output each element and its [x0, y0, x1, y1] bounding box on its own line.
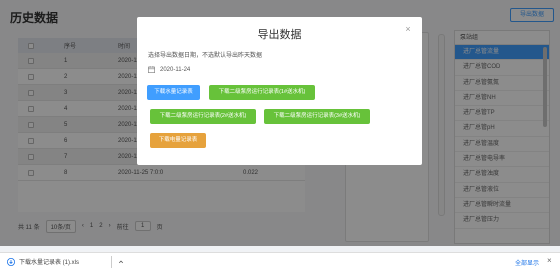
download-pump2-button[interactable]: 下载二级泵房运行记录表(2#送水机) — [150, 109, 256, 124]
dialog-tip: 选择导出数据日期，不选默认导出昨天数据 — [148, 53, 263, 59]
close-icon[interactable]: × — [403, 24, 413, 34]
show-all-link[interactable]: 全部显示 — [515, 258, 539, 267]
date-value: 2020-11-24 — [160, 66, 191, 73]
download-pump3-button[interactable]: 下载二级泵房运行记录表(3#送水机) — [264, 109, 370, 124]
export-dialog: 导出数据 × 选择导出数据日期，不选默认导出昨天数据 2020-11-24 下载… — [137, 17, 422, 165]
dialog-title: 导出数据 — [257, 29, 302, 41]
downloaded-file-name[interactable]: 下载水量记录表 (1).xls — [19, 257, 79, 266]
download-water-button[interactable]: 下载水量记录表 — [147, 85, 200, 100]
close-download-bar-icon[interactable]: × — [547, 256, 552, 265]
calendar-icon — [148, 66, 155, 73]
download-bar: 下载水量记录表 (1).xls 全部显示 × — [0, 252, 560, 270]
chevron-up-icon[interactable] — [118, 259, 124, 265]
download-pump1-button[interactable]: 下载二级泵房运行记录表(1#送水机) — [209, 85, 315, 100]
date-picker[interactable]: 2020-11-24 — [148, 66, 190, 73]
file-download-icon — [7, 257, 15, 266]
divider — [111, 255, 113, 268]
download-power-button[interactable]: 下载电量记录表 — [150, 133, 206, 148]
